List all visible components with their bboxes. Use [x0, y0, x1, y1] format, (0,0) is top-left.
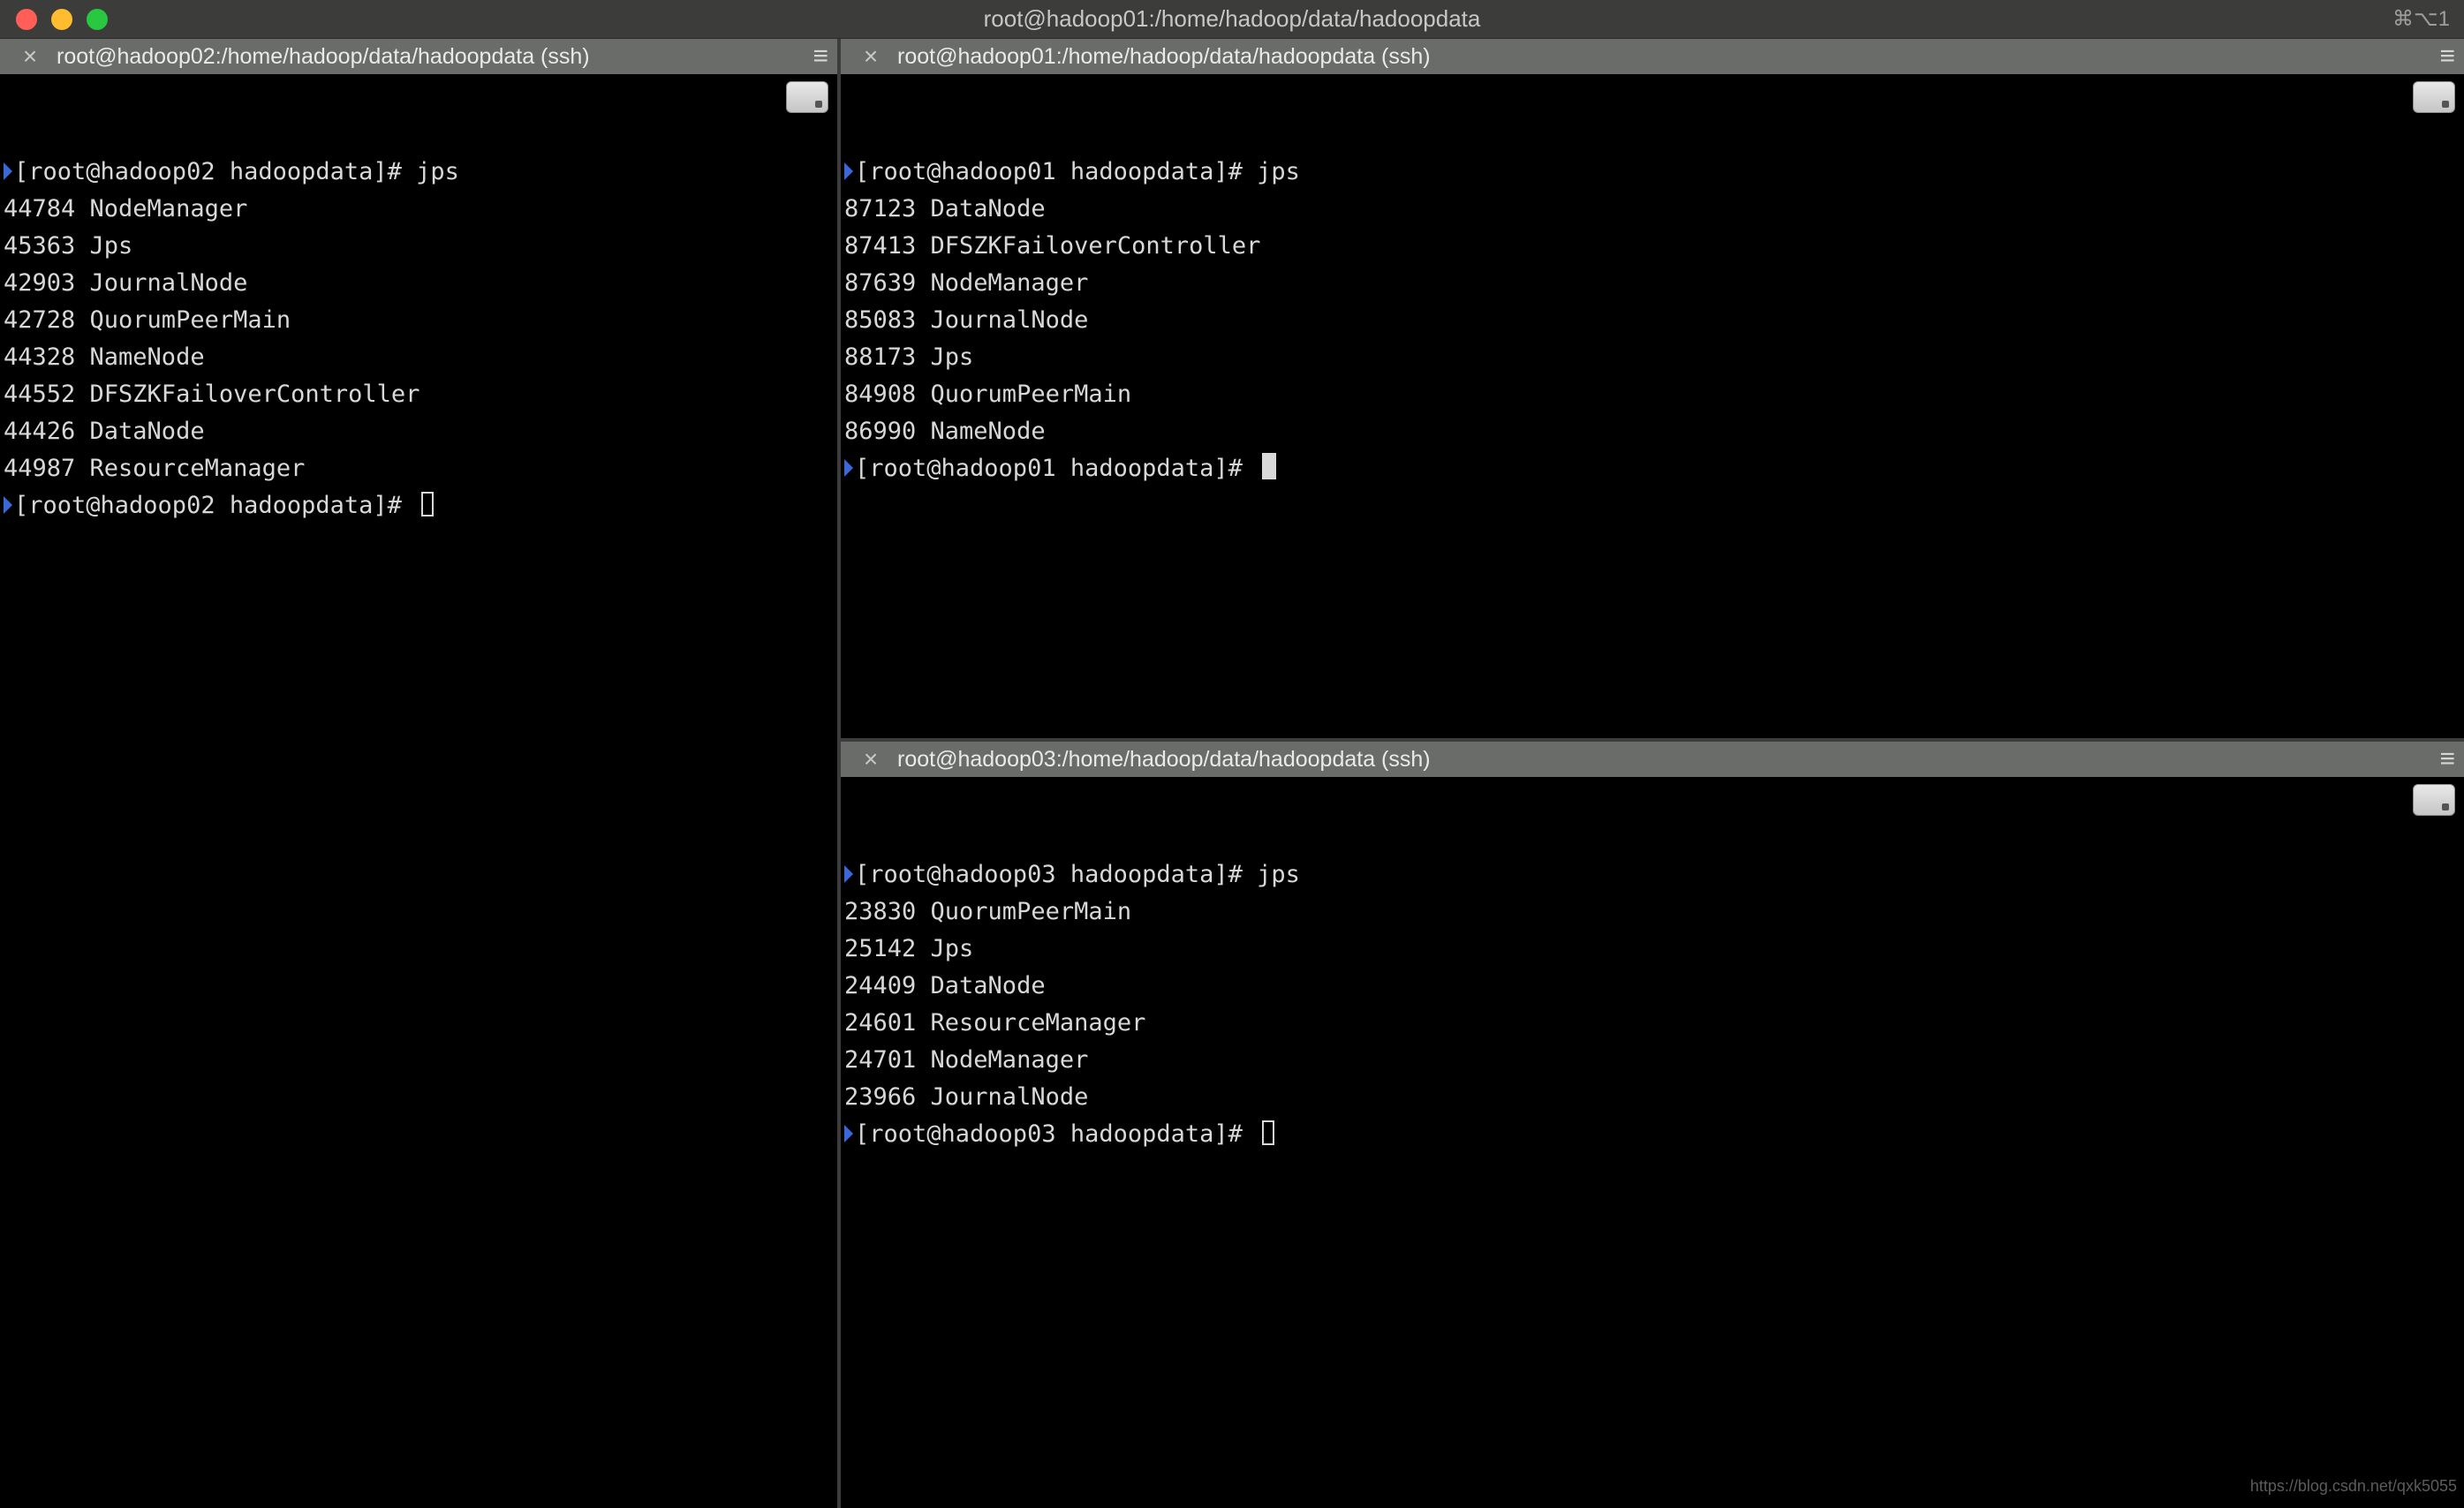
prompt-line: [root@hadoop03 hadoopdata]# jps — [844, 856, 2460, 893]
tab-title-top-right[interactable]: root@hadoop01:/home/hadoop/data/hadoopda… — [897, 44, 1431, 70]
tab-close-button[interactable]: × — [858, 747, 883, 772]
tab-menu-button[interactable]: ≡ — [2439, 43, 2455, 70]
tab-close-button[interactable]: × — [18, 44, 42, 69]
cursor-icon — [421, 492, 434, 516]
output-line: 42903 JournalNode — [4, 265, 834, 302]
window-titlebar[interactable]: root@hadoop01:/home/hadoop/data/hadoopda… — [0, 0, 2464, 39]
prompt-line: [root@hadoop02 hadoopdata]# jps — [4, 154, 834, 191]
prompt-line: [root@hadoop01 hadoopdata]# jps — [844, 154, 2460, 191]
output-line: 44328 NameNode — [4, 339, 834, 376]
prompt-marker-icon — [4, 496, 12, 514]
tab-close-button[interactable]: × — [858, 44, 883, 69]
output-line: 23830 QuorumPeerMain — [844, 893, 2460, 931]
window-maximize-button[interactable] — [87, 9, 108, 30]
output-line: 87639 NodeManager — [844, 265, 2460, 302]
output-line: 87123 DataNode — [844, 191, 2460, 228]
output-line: 87413 DFSZKFailoverController — [844, 228, 2460, 265]
output-line: 24601 ResourceManager — [844, 1005, 2460, 1042]
output-line: 25142 Jps — [844, 931, 2460, 968]
session-badge-icon[interactable] — [2413, 81, 2455, 113]
terminal-top-right[interactable]: [root@hadoop01 hadoopdata]# jps87123 Dat… — [841, 74, 2464, 738]
output-line: 24409 DataNode — [844, 968, 2460, 1005]
terminal-window: root@hadoop01:/home/hadoop/data/hadoopda… — [0, 0, 2464, 1508]
prompt-line: [root@hadoop01 hadoopdata]# — [844, 450, 2460, 487]
pane-right-column: × root@hadoop01:/home/hadoop/data/hadoop… — [841, 39, 2464, 1508]
prompt-line: [root@hadoop02 hadoopdata]# — [4, 487, 834, 524]
tab-bar-top-right: × root@hadoop01:/home/hadoop/data/hadoop… — [841, 39, 2464, 74]
prompt-marker-icon — [844, 865, 853, 883]
window-shortcut-hint: ⌘⌥1 — [2392, 6, 2450, 32]
window-minimize-button[interactable] — [51, 9, 72, 30]
tab-bar-left: × root@hadoop02:/home/hadoop/data/hadoop… — [0, 39, 837, 74]
output-line: 85083 JournalNode — [844, 302, 2460, 339]
output-line: 44987 ResourceManager — [4, 450, 834, 487]
pane-top-right: × root@hadoop01:/home/hadoop/data/hadoop… — [841, 39, 2464, 738]
output-line: 42728 QuorumPeerMain — [4, 302, 834, 339]
prompt-marker-icon — [844, 459, 853, 477]
split-panes: × root@hadoop02:/home/hadoop/data/hadoop… — [0, 39, 2464, 1508]
terminal-left[interactable]: [root@hadoop02 hadoopdata]# jps44784 Nod… — [0, 74, 837, 1508]
output-line: 24701 NodeManager — [844, 1042, 2460, 1079]
output-line: 44426 DataNode — [4, 413, 834, 450]
output-line: 44784 NodeManager — [4, 191, 834, 228]
tab-menu-button[interactable]: ≡ — [2439, 746, 2455, 773]
output-line: 45363 Jps — [4, 228, 834, 265]
session-badge-icon[interactable] — [2413, 784, 2455, 816]
tab-bar-bottom-right: × root@hadoop03:/home/hadoop/data/hadoop… — [841, 742, 2464, 777]
tab-title-left[interactable]: root@hadoop02:/home/hadoop/data/hadoopda… — [57, 44, 590, 70]
prompt-marker-icon — [844, 162, 853, 180]
output-line: 88173 Jps — [844, 339, 2460, 376]
tab-menu-button[interactable]: ≡ — [813, 43, 828, 70]
terminal-bottom-right[interactable]: [root@hadoop03 hadoopdata]# jps23830 Quo… — [841, 777, 2464, 1508]
output-line: 86990 NameNode — [844, 413, 2460, 450]
traffic-lights — [0, 9, 108, 30]
session-badge-icon[interactable] — [786, 81, 828, 113]
watermark-text: https://blog.csdn.net/qxk5055 — [2250, 1467, 2457, 1504]
tab-title-bottom-right[interactable]: root@hadoop03:/home/hadoop/data/hadoopda… — [897, 747, 1431, 773]
prompt-line: [root@hadoop03 hadoopdata]# — [844, 1116, 2460, 1153]
cursor-icon — [1262, 1120, 1274, 1145]
pane-bottom-right: × root@hadoop03:/home/hadoop/data/hadoop… — [841, 738, 2464, 1508]
window-title: root@hadoop01:/home/hadoop/data/hadoopda… — [0, 5, 2464, 33]
window-close-button[interactable] — [16, 9, 37, 30]
prompt-marker-icon — [4, 162, 12, 180]
cursor-icon — [1262, 453, 1276, 479]
output-line: 44552 DFSZKFailoverController — [4, 376, 834, 413]
output-line: 23966 JournalNode — [844, 1079, 2460, 1116]
prompt-marker-icon — [844, 1125, 853, 1142]
output-line: 84908 QuorumPeerMain — [844, 376, 2460, 413]
pane-left: × root@hadoop02:/home/hadoop/data/hadoop… — [0, 39, 841, 1508]
